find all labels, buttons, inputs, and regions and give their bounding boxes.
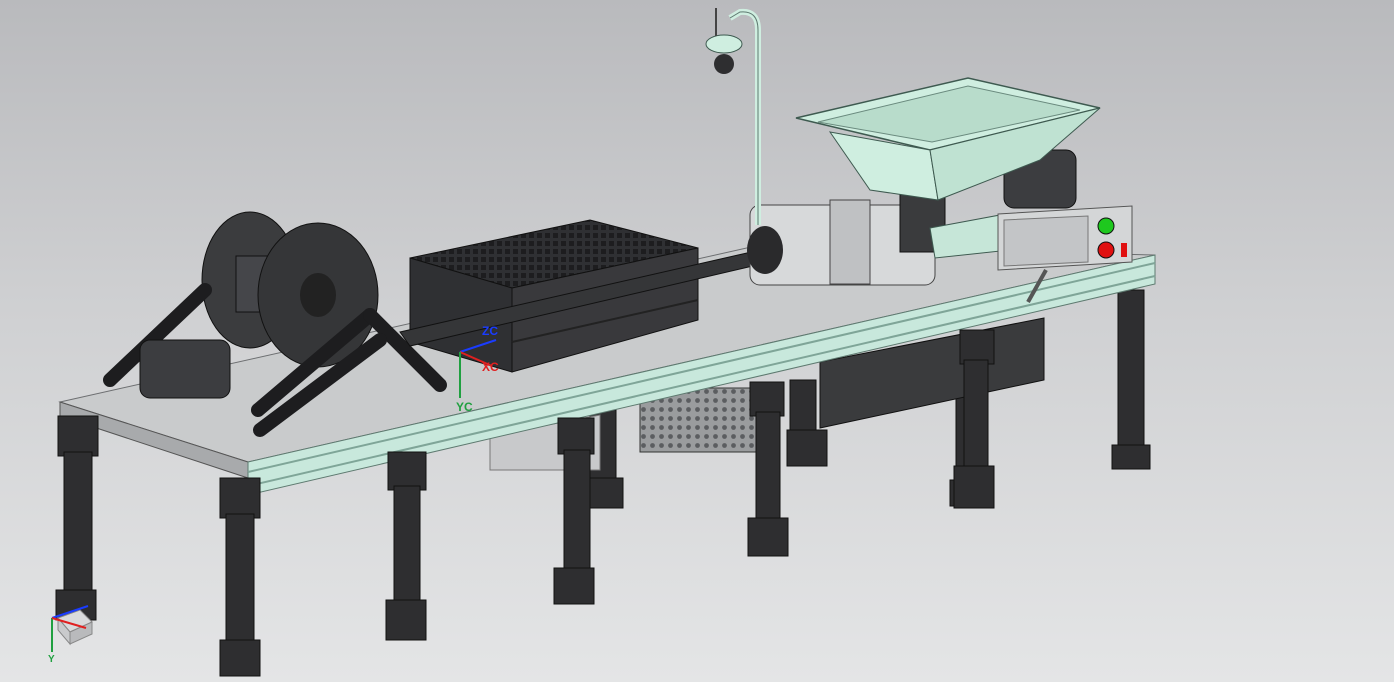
emergency-stop-icon [1121, 243, 1127, 257]
wcs-x-label: XC [482, 360, 499, 374]
camera-mast [705, 8, 761, 225]
start-button[interactable] [1097, 217, 1115, 235]
cad-model-view[interactable] [0, 0, 1394, 682]
wcs-y-label: YC [456, 400, 473, 414]
abs-y-label: Y [48, 654, 55, 665]
extruder-barrel [747, 191, 946, 286]
wcs-z-label: ZC [482, 324, 498, 338]
stop-button[interactable] [1097, 241, 1115, 259]
graphics-window[interactable]: ZC XC YC Y [0, 0, 1394, 682]
